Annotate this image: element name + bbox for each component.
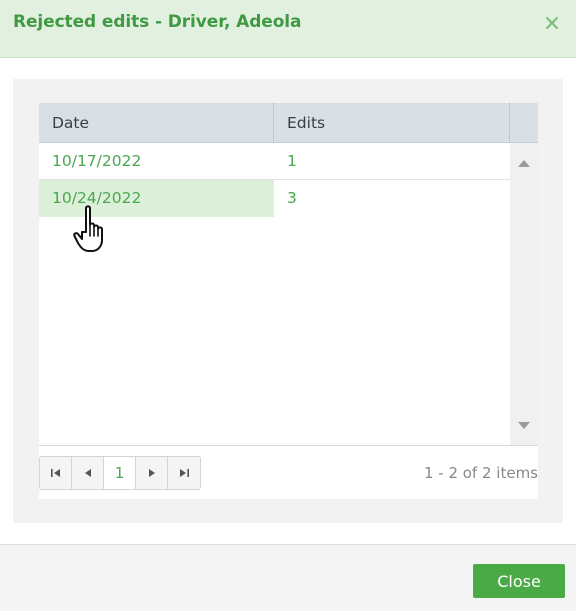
first-page-button[interactable] — [40, 457, 72, 489]
column-header-edits[interactable]: Edits — [274, 103, 510, 143]
next-page-button[interactable] — [136, 457, 168, 489]
pager: 1 — [39, 456, 201, 490]
column-header-spacer — [510, 103, 538, 143]
previous-page-icon — [84, 469, 91, 477]
close-button[interactable]: Close — [473, 564, 565, 598]
next-page-icon — [148, 469, 155, 477]
previous-page-button[interactable] — [72, 457, 104, 489]
last-page-icon — [180, 469, 189, 477]
cell-date[interactable]: 10/17/2022 — [39, 143, 274, 180]
vertical-scrollbar[interactable] — [510, 143, 538, 445]
scroll-down-icon[interactable] — [517, 416, 531, 435]
pager-divider — [39, 445, 538, 446]
dialog-footer: Close — [0, 545, 576, 611]
rejected-edits-grid: Date Edits 10/17/2022 1 10/24/2022 3 1 1… — [39, 103, 538, 499]
pager-info: 1 - 2 of 2 items — [423, 464, 538, 482]
table-row[interactable]: 10/24/2022 3 — [39, 180, 510, 217]
page-number-current[interactable]: 1 — [104, 457, 136, 489]
cell-edits[interactable]: 3 — [274, 180, 510, 217]
close-icon[interactable] — [543, 12, 561, 34]
grid-body: 10/17/2022 1 10/24/2022 3 — [39, 143, 510, 445]
last-page-button[interactable] — [168, 457, 200, 489]
rejected-edits-dialog: Rejected edits - Driver, Adeola Date Edi… — [0, 0, 576, 611]
content-panel: Date Edits 10/17/2022 1 10/24/2022 3 1 1… — [13, 79, 563, 523]
dialog-titlebar: Rejected edits - Driver, Adeola — [0, 0, 576, 58]
grid-header: Date Edits — [39, 103, 538, 143]
cell-date[interactable]: 10/24/2022 — [39, 180, 274, 217]
table-row[interactable]: 10/17/2022 1 — [39, 143, 510, 180]
first-page-icon — [50, 469, 60, 477]
cell-edits[interactable]: 1 — [274, 143, 510, 180]
scroll-up-icon[interactable] — [517, 153, 531, 172]
dialog-title: Rejected edits - Driver, Adeola — [13, 12, 302, 32]
column-header-date[interactable]: Date — [39, 103, 274, 143]
